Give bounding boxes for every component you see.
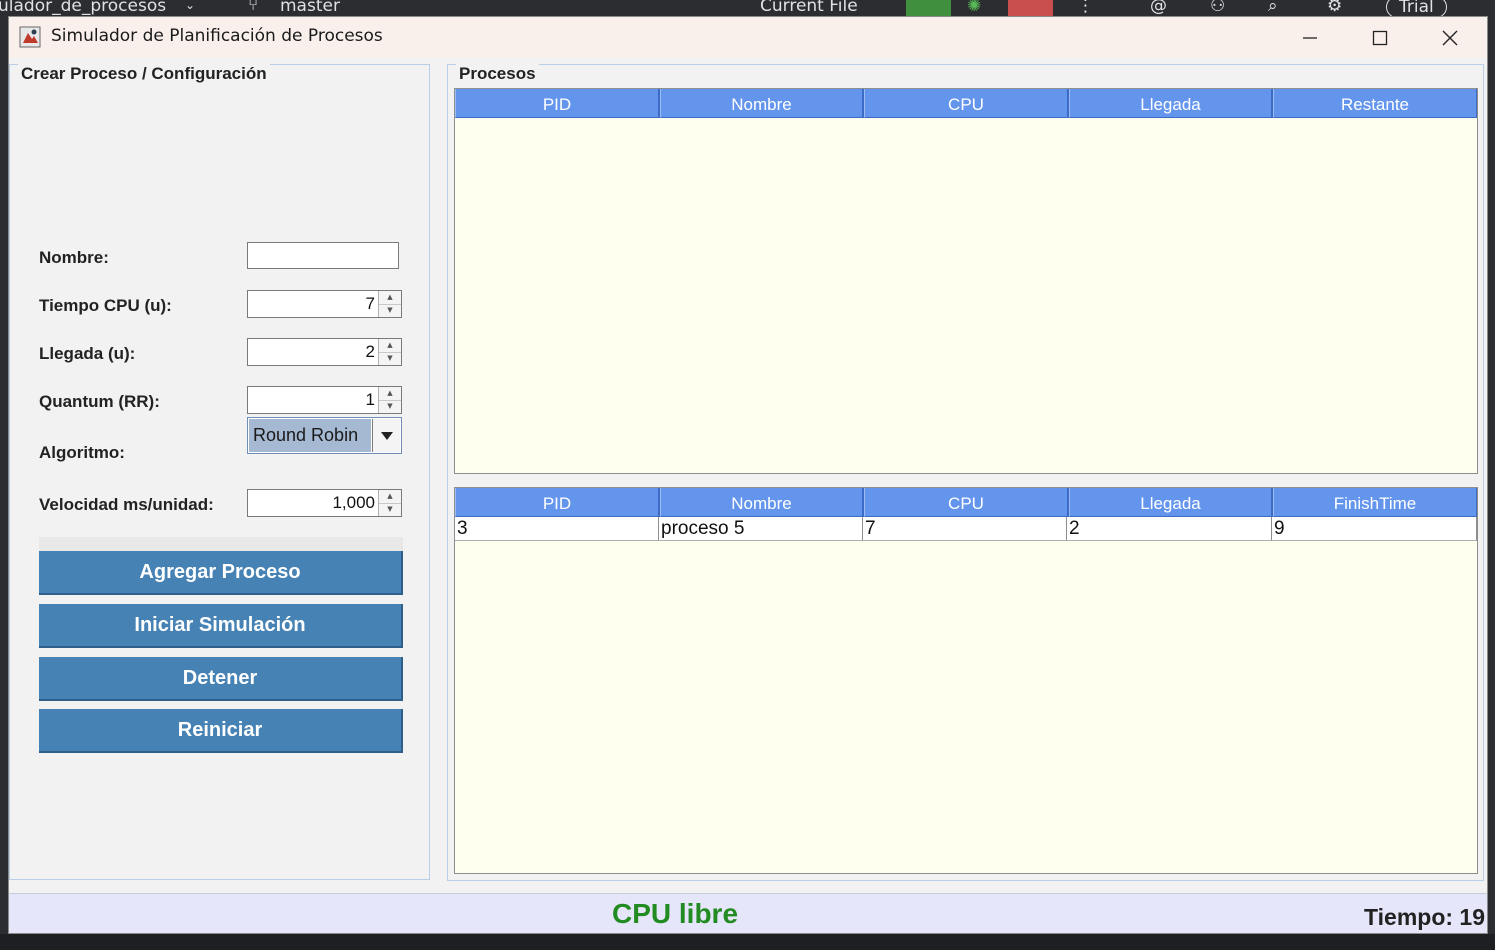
quantum-spinner[interactable]: 1 ▲ ▼ — [247, 386, 402, 414]
spinner-down-icon[interactable]: ▼ — [379, 304, 401, 317]
title-bar[interactable]: Simulador de Planificación de Procesos — [9, 17, 1487, 58]
table-cell[interactable]: 9 — [1272, 517, 1477, 541]
cpu-time-spinner[interactable]: 7 ▲ ▼ — [247, 290, 402, 318]
search-icon[interactable]: ⌕ — [1268, 0, 1278, 16]
branch-icon: ⑂ — [248, 0, 259, 15]
nombre-input[interactable] — [247, 242, 399, 269]
algoritmo-label: Algoritmo: — [39, 443, 125, 462]
ai-assistant-icon[interactable]: @ — [1150, 0, 1167, 16]
cpu-status-label: CPU libre — [612, 898, 739, 929]
window-title: Simulador de Planificación de Procesos — [51, 26, 383, 46]
nombre-label: Nombre: — [39, 248, 109, 267]
button-area-divider — [39, 537, 403, 551]
ide-left-gutter — [0, 16, 8, 950]
ide-branch[interactable]: master — [280, 0, 340, 16]
create-process-panel: Crear Proceso / Configuración Nombre: Ti… — [9, 64, 430, 880]
cpu-time-value: 7 — [365, 294, 375, 313]
column-header[interactable]: PID — [455, 488, 660, 517]
status-bar: CPU libre Tiempo: 19 — [9, 893, 1487, 933]
finished-table: PID Nombre CPU Llegada FinishTime 3 proc… — [454, 487, 1478, 874]
velocidad-label: Velocidad ms/unidad: — [39, 495, 214, 514]
table-cell[interactable]: 3 — [455, 517, 659, 541]
column-header[interactable]: Nombre — [660, 488, 864, 517]
add-user-icon[interactable]: ⚇ — [1210, 0, 1225, 16]
start-simulation-button[interactable]: Iniciar Simulación — [39, 604, 403, 648]
velocidad-spinner[interactable]: 1,000 ▲ ▼ — [247, 489, 402, 517]
spinner-up-icon[interactable]: ▲ — [379, 339, 401, 353]
create-process-title: Crear Proceso / Configuración — [18, 64, 270, 84]
run-button[interactable] — [906, 0, 951, 16]
stop-button[interactable] — [1008, 0, 1053, 16]
maximize-button[interactable] — [1345, 17, 1415, 58]
time-label: Tiempo: 19 — [1364, 904, 1485, 930]
table-cell[interactable]: proceso 5 — [659, 517, 863, 541]
more-icon[interactable]: ⋮ — [1077, 0, 1094, 16]
ide-run-config[interactable]: Current File — [760, 0, 858, 16]
spinner-down-icon[interactable]: ▼ — [379, 400, 401, 413]
cpu-time-label: Tiempo CPU (u): — [39, 296, 172, 315]
reset-button[interactable]: Reiniciar — [39, 709, 403, 753]
column-header[interactable]: Restante — [1273, 89, 1477, 118]
spinner-down-icon[interactable]: ▼ — [379, 352, 401, 365]
spinner-up-icon[interactable]: ▲ — [379, 291, 401, 305]
table-header: PID Nombre CPU Llegada FinishTime — [455, 488, 1477, 517]
velocidad-value: 1,000 — [332, 493, 375, 512]
column-header[interactable]: CPU — [864, 89, 1069, 118]
add-process-button[interactable]: Agregar Proceso — [39, 551, 403, 595]
java-app-icon — [19, 26, 41, 48]
ide-toolbar: ulador_de_procesos ⌄ ⑂ master Current Fi… — [0, 0, 1495, 18]
ready-queue-table: PID Nombre CPU Llegada Restante — [454, 88, 1478, 474]
debug-icon[interactable]: ✺ — [967, 0, 981, 16]
close-icon — [1442, 30, 1458, 45]
column-header[interactable]: Nombre — [660, 89, 864, 118]
algoritmo-selected-value: Round Robin — [249, 419, 371, 452]
quantum-value: 1 — [365, 390, 375, 409]
spinner-arrows: ▲ ▼ — [378, 291, 401, 317]
processes-panel: Procesos PID Nombre CPU Llegada Restante… — [447, 64, 1484, 881]
column-header[interactable]: Llegada — [1069, 89, 1273, 118]
spinner-arrows: ▲ ▼ — [378, 339, 401, 365]
table-cell[interactable]: 7 — [863, 517, 1067, 541]
llegada-value: 2 — [365, 342, 375, 361]
spinner-arrows: ▲ ▼ — [378, 490, 401, 516]
llegada-label: Llegada (u): — [39, 344, 136, 363]
column-header[interactable]: CPU — [864, 488, 1069, 517]
column-header[interactable]: FinishTime — [1273, 488, 1477, 517]
algoritmo-select[interactable]: Round Robin — [247, 417, 402, 454]
spinner-up-icon[interactable]: ▲ — [379, 490, 401, 504]
maximize-icon — [1372, 30, 1388, 45]
spinner-down-icon[interactable]: ▼ — [379, 503, 401, 516]
gear-icon[interactable]: ⚙ — [1327, 0, 1342, 16]
ide-bottom-strip — [0, 934, 1495, 950]
dropdown-arrow-icon[interactable] — [372, 419, 400, 452]
processes-title: Procesos — [456, 64, 539, 84]
ide-project-name[interactable]: ulador_de_procesos — [0, 0, 166, 16]
spinner-up-icon[interactable]: ▲ — [379, 387, 401, 401]
chevron-down-icon: ⌄ — [185, 0, 196, 12]
minimize-icon — [1303, 36, 1317, 39]
column-header[interactable]: Llegada — [1069, 488, 1273, 517]
close-button[interactable] — [1415, 17, 1485, 58]
column-header[interactable]: PID — [455, 89, 660, 118]
table-cell[interactable]: 2 — [1067, 517, 1272, 541]
quantum-label: Quantum (RR): — [39, 392, 160, 411]
minimize-button[interactable] — [1275, 17, 1345, 58]
table-header: PID Nombre CPU Llegada Restante — [455, 89, 1477, 118]
llegada-spinner[interactable]: 2 ▲ ▼ — [247, 338, 402, 366]
spinner-arrows: ▲ ▼ — [378, 387, 401, 413]
stop-button[interactable]: Detener — [39, 657, 403, 701]
app-window: Simulador de Planificación de Procesos C… — [8, 16, 1488, 934]
table-row[interactable]: 3 proceso 5 7 2 9 — [455, 517, 1477, 541]
